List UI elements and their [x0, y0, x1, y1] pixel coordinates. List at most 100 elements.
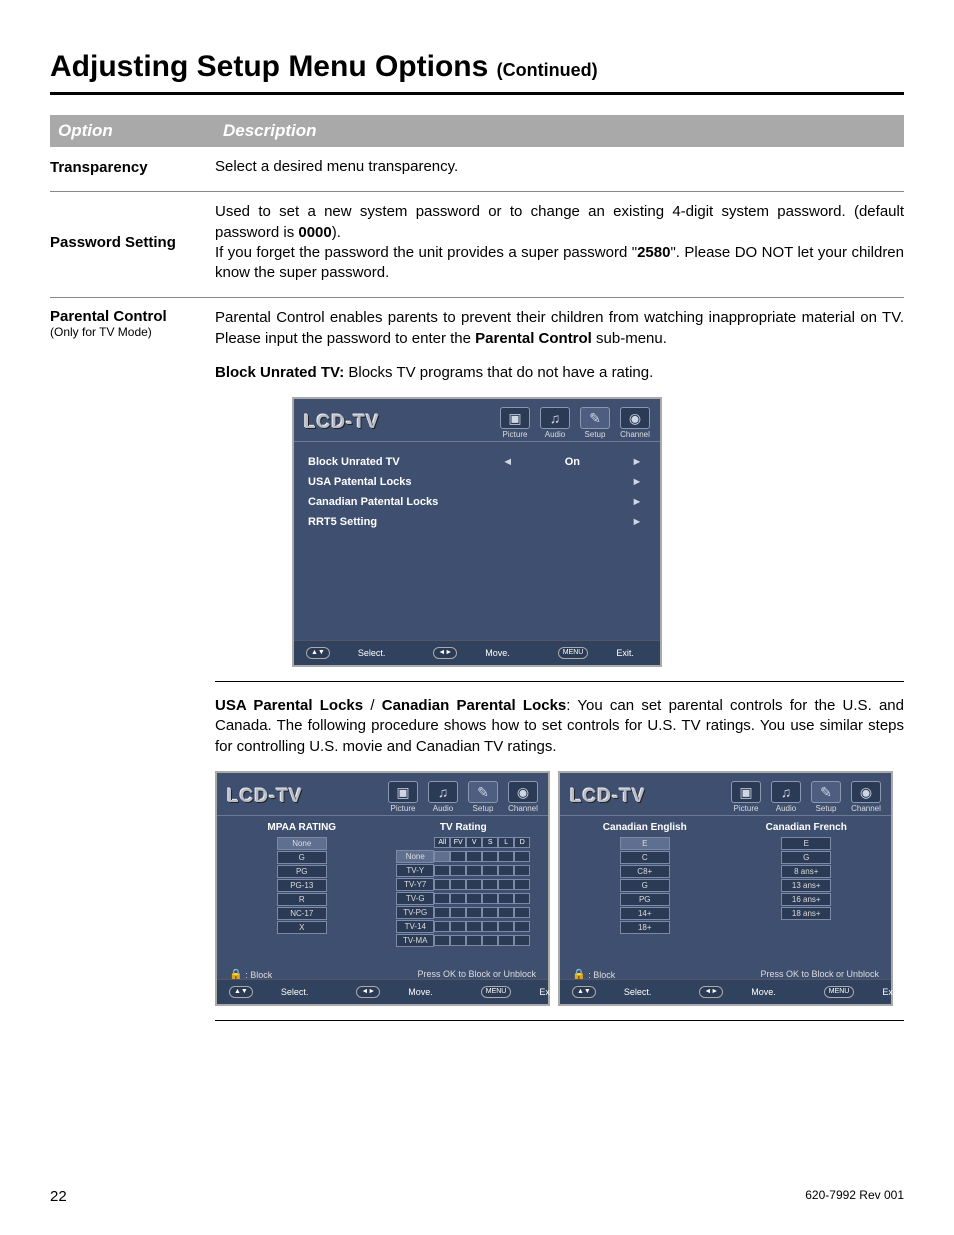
rating-item[interactable]: C8+ — [620, 865, 670, 878]
rating-item[interactable]: E — [620, 837, 670, 850]
page-footer: 22 620-7992 Rev 001 — [50, 1188, 904, 1205]
tab-channel[interactable]: ◉Channel — [847, 781, 885, 813]
revision-label: 620-7992 Rev 001 — [805, 1188, 904, 1205]
rating-item[interactable]: None — [277, 837, 327, 850]
tab-setup[interactable]: ✎Setup — [576, 407, 614, 439]
tv-menu-canadian-locks: LCD-TV ▣Picture ♫Audio ✎Setup ◉Channel C… — [558, 771, 893, 1006]
menu-button-icon: MENU — [481, 986, 512, 998]
menu-button-icon: MENU — [558, 647, 589, 659]
arrow-right-icon: ► — [628, 476, 646, 488]
rating-item[interactable]: 8 ans+ — [781, 865, 831, 878]
tv-header: LCD-TV ▣Picture ♫Audio ✎Setup ◉Channel — [217, 773, 548, 816]
rating-item[interactable]: 18+ — [620, 921, 670, 934]
channel-icon: ◉ — [508, 781, 538, 803]
rating-item[interactable]: R — [277, 893, 327, 906]
option-desc: Select a desired menu transparency. — [215, 157, 904, 177]
rating-row[interactable]: TV-G — [396, 892, 530, 905]
rating-item[interactable]: 14+ — [620, 907, 670, 920]
option-name: Parental Control — [50, 308, 167, 325]
block-unrated-text: Block Unrated TV: Blocks TV programs tha… — [215, 363, 904, 383]
channel-icon: ◉ — [851, 781, 881, 803]
option-sub: (Only for TV Mode) — [50, 325, 207, 339]
tab-picture[interactable]: ▣Picture — [384, 781, 422, 813]
rating-item[interactable]: NC-17 — [277, 907, 327, 920]
rating-item[interactable]: 13 ans+ — [781, 879, 831, 892]
audio-icon: ♫ — [540, 407, 570, 429]
tab-picture[interactable]: ▣Picture — [727, 781, 765, 813]
tab-channel[interactable]: ◉Channel — [504, 781, 542, 813]
rating-row[interactable]: TV-PG — [396, 906, 530, 919]
header-description: Description — [223, 121, 896, 141]
rating-item[interactable]: G — [277, 851, 327, 864]
audio-icon: ♫ — [428, 781, 458, 803]
rating-item[interactable]: PG-13 — [277, 879, 327, 892]
rating-item[interactable]: PG — [277, 865, 327, 878]
updown-icon: ▲▼ — [229, 986, 253, 998]
canadian-english-column: Canadian English E C C8+ G PG 14+ 18+ — [568, 822, 722, 958]
tab-channel[interactable]: ◉Channel — [616, 407, 654, 439]
page-number: 22 — [50, 1188, 67, 1205]
menu-button-icon: MENU — [824, 986, 855, 998]
tab-audio[interactable]: ♫Audio — [767, 781, 805, 813]
rating-item[interactable]: G — [620, 879, 670, 892]
tab-audio[interactable]: ♫Audio — [536, 407, 574, 439]
rating-row[interactable]: None — [396, 850, 530, 863]
rating-item[interactable]: C — [620, 851, 670, 864]
picture-icon: ▣ — [500, 407, 530, 429]
canadian-french-column: Canadian French E G 8 ans+ 13 ans+ 16 an… — [730, 822, 884, 958]
menu-item-block-unrated[interactable]: Block Unrated TV ◄ On ► — [308, 452, 646, 472]
usa-locks-text: USA Parental Locks / Canadian Parental L… — [215, 696, 904, 757]
option-row-password: Password Setting Used to set a new syste… — [50, 191, 904, 297]
menu-item-canadian-locks[interactable]: Canadian Patental Locks► — [308, 492, 646, 512]
arrow-left-icon[interactable]: ◄ — [499, 456, 517, 468]
tv-header: LCD-TV ▣Picture ♫Audio ✎Setup ◉Channel — [294, 399, 660, 442]
option-desc: Used to set a new system password or to … — [215, 202, 904, 283]
tab-picture[interactable]: ▣Picture — [496, 407, 534, 439]
rating-row[interactable]: TV-Y — [396, 864, 530, 877]
rating-item[interactable]: G — [781, 851, 831, 864]
arrow-right-icon: ► — [628, 496, 646, 508]
mpaa-rating-column: MPAA RATING None G PG PG-13 R NC-17 X — [225, 822, 379, 958]
leftright-icon: ◄► — [699, 986, 723, 998]
tv-footer-hints: ▲▼ Select. ◄► Move. MENU Exit. — [294, 640, 660, 665]
tab-setup[interactable]: ✎Setup — [464, 781, 502, 813]
page-title: Adjusting Setup Menu Options (Continued) — [50, 50, 904, 95]
tv-rating-column: TV Rating AllFVVSLD None TV-Y TV-Y7 TV-G… — [387, 822, 541, 958]
menu-item-usa-locks[interactable]: USA Patental Locks► — [308, 472, 646, 492]
option-name: Transparency — [50, 159, 148, 176]
tv-logo: LCD-TV — [227, 786, 384, 808]
header-option: Option — [58, 121, 223, 141]
updown-icon: ▲▼ — [306, 647, 330, 659]
updown-icon: ▲▼ — [572, 986, 596, 998]
divider — [215, 1020, 904, 1021]
tab-audio[interactable]: ♫Audio — [424, 781, 462, 813]
rating-item[interactable]: 18 ans+ — [781, 907, 831, 920]
tv-menu-usa-locks: LCD-TV ▣Picture ♫Audio ✎Setup ◉Channel M… — [215, 771, 550, 1006]
rating-row[interactable]: TV-MA — [396, 934, 530, 947]
leftright-icon: ◄► — [433, 647, 457, 659]
tv-header: LCD-TV ▣Picture ♫Audio ✎Setup ◉Channel — [560, 773, 891, 816]
rating-row[interactable]: TV-Y7 — [396, 878, 530, 891]
picture-icon: ▣ — [731, 781, 761, 803]
leftright-icon: ◄► — [356, 986, 380, 998]
tv-logo: LCD-TV — [570, 786, 727, 808]
tv-menu-parental: LCD-TV ▣Picture ♫Audio ✎Setup ◉Channel B… — [292, 397, 662, 667]
rating-item[interactable]: 16 ans+ — [781, 893, 831, 906]
rating-item[interactable]: X — [277, 921, 327, 934]
rating-item[interactable]: PG — [620, 893, 670, 906]
setup-icon: ✎ — [811, 781, 841, 803]
setup-icon: ✎ — [580, 407, 610, 429]
rating-row[interactable]: TV-14 — [396, 920, 530, 933]
audio-icon: ♫ — [771, 781, 801, 803]
tv-footer-hints: ▲▼ Select. ◄► Move. MENU Exit. — [560, 979, 891, 1004]
divider — [215, 681, 904, 682]
tab-setup[interactable]: ✎Setup — [807, 781, 845, 813]
menu-item-rrt5[interactable]: RRT5 Setting► — [308, 512, 646, 532]
option-name: Password Setting — [50, 234, 176, 251]
arrow-right-icon[interactable]: ► — [628, 456, 646, 468]
rating-item[interactable]: E — [781, 837, 831, 850]
tv-logo: LCD-TV — [304, 412, 496, 434]
setup-icon: ✎ — [468, 781, 498, 803]
picture-icon: ▣ — [388, 781, 418, 803]
arrow-right-icon: ► — [628, 516, 646, 528]
